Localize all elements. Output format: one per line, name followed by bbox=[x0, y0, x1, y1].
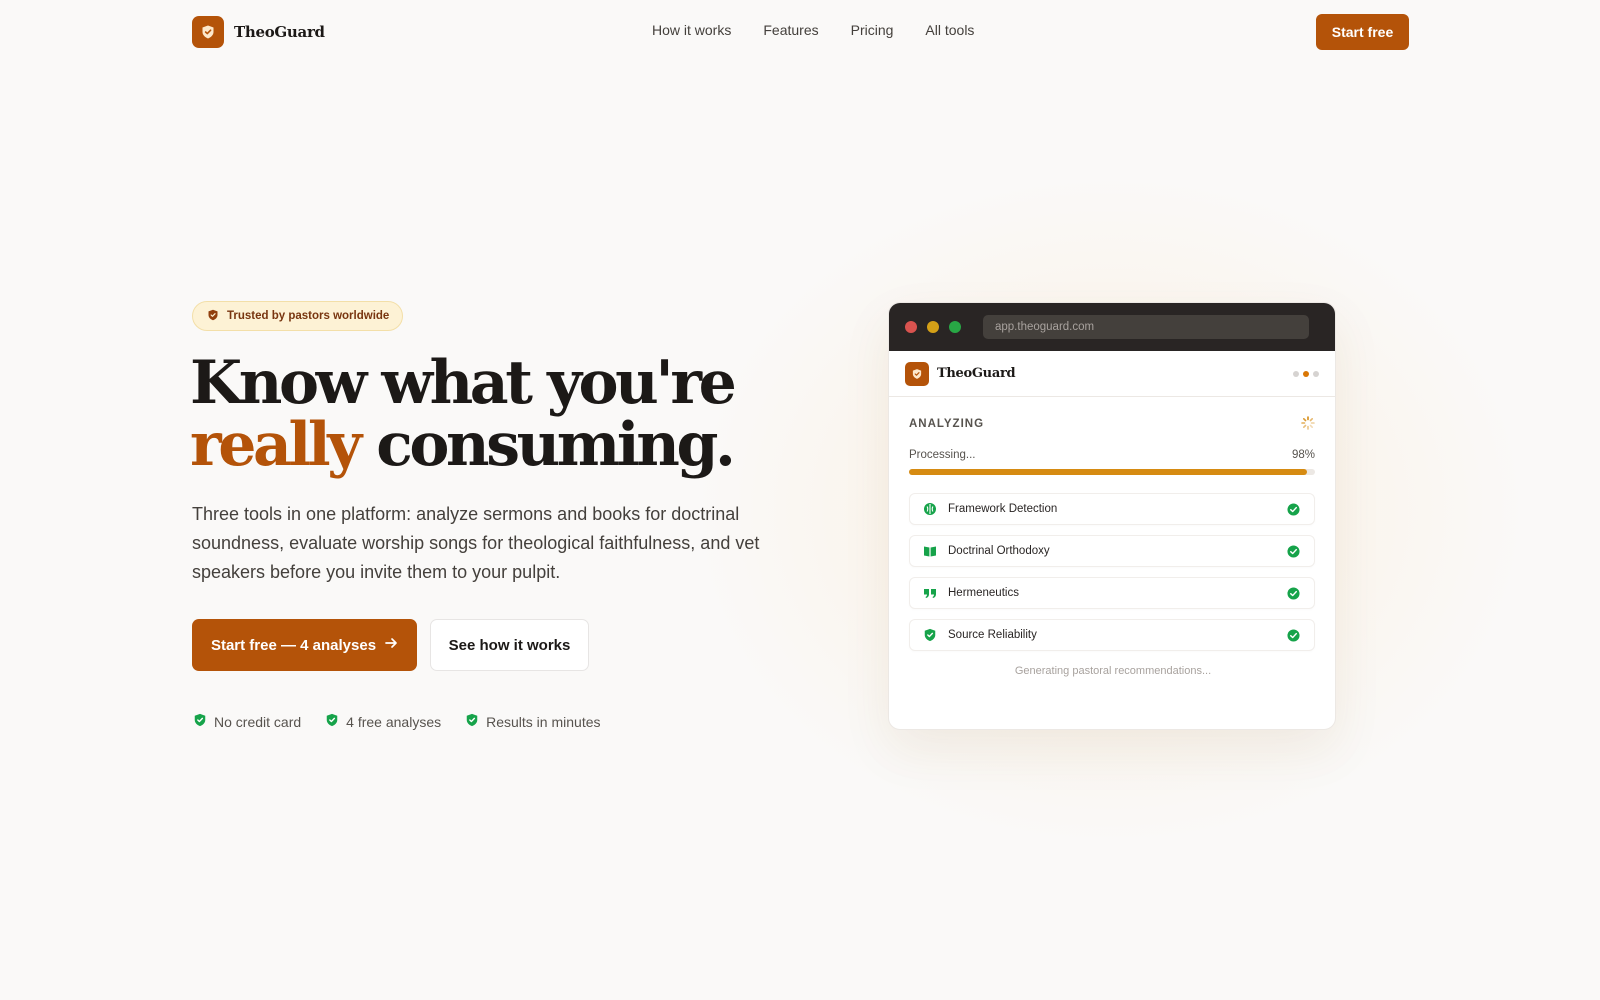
checklist-item: Source Reliability bbox=[909, 619, 1315, 651]
brain-icon bbox=[922, 501, 938, 517]
nav-link-all-tools[interactable]: All tools bbox=[925, 22, 974, 38]
checklist-item-label: Framework Detection bbox=[948, 503, 1058, 515]
analysis-status: ANALYZING bbox=[909, 418, 985, 430]
shield-logo-icon bbox=[905, 362, 929, 386]
trust-badge-label: Trusted by pastors worldwide bbox=[227, 310, 390, 322]
hero-headline: Know what you're really consuming. bbox=[190, 352, 810, 476]
start-free-analyses-button[interactable]: Start free — 4 analyses bbox=[192, 619, 417, 671]
top-nav: TheoGuard How it works Features Pricing … bbox=[0, 0, 1600, 64]
progress-bar bbox=[909, 469, 1315, 475]
shield-check-icon bbox=[193, 713, 207, 730]
nav-link-how-it-works[interactable]: How it works bbox=[652, 22, 731, 38]
spinner-icon bbox=[1301, 416, 1315, 435]
start-free-analyses-label: Start free — 4 analyses bbox=[210, 636, 377, 654]
check-circle-icon bbox=[1287, 629, 1300, 647]
check-circle-icon bbox=[1287, 503, 1300, 521]
nav-link-features[interactable]: Features bbox=[763, 22, 818, 38]
shield-icon bbox=[207, 309, 219, 324]
window-minimize-dot bbox=[927, 321, 939, 333]
nav-links: How it works Features Pricing All tools bbox=[652, 22, 1006, 38]
quote-icon bbox=[922, 585, 938, 601]
perks-list: No credit card 4 free analyses Results i… bbox=[193, 713, 625, 730]
perk-label: 4 free analyses bbox=[346, 713, 442, 730]
shield-check-icon bbox=[465, 713, 479, 730]
window-close-dot bbox=[905, 321, 917, 333]
brand-name: TheoGuard bbox=[234, 23, 325, 41]
nav-start-free-button[interactable]: Start free bbox=[1316, 14, 1409, 50]
headline-accent: really bbox=[190, 410, 362, 480]
shield-check-icon bbox=[922, 627, 938, 643]
window-titlebar: app.theoguard.com bbox=[889, 303, 1335, 351]
analysis-checklist: Framework Detection Doctrinal Orthodoxy … bbox=[909, 493, 1315, 661]
check-circle-icon bbox=[1287, 587, 1300, 605]
nav-link-pricing[interactable]: Pricing bbox=[851, 22, 894, 38]
loading-dots-icon bbox=[1293, 371, 1319, 377]
see-how-it-works-button[interactable]: See how it works bbox=[430, 619, 589, 671]
checklist-item-label: Source Reliability bbox=[948, 629, 1037, 641]
headline-rest: consuming. bbox=[376, 410, 736, 480]
headline-line-1: Know what you're bbox=[190, 348, 737, 418]
app-header: TheoGuard bbox=[889, 351, 1335, 397]
trust-badge: Trusted by pastors worldwide bbox=[192, 301, 404, 331]
book-icon bbox=[922, 543, 938, 559]
arrow-right-icon bbox=[384, 636, 398, 654]
checklist-item-label: Hermeneutics bbox=[948, 587, 1019, 599]
checklist-item: Framework Detection bbox=[909, 493, 1315, 525]
check-circle-icon bbox=[1287, 545, 1300, 563]
processing-label: Processing... bbox=[909, 449, 976, 461]
shield-check-icon bbox=[325, 713, 339, 730]
checklist-item-label: Doctrinal Orthodoxy bbox=[948, 545, 1050, 557]
generating-status: Generating pastoral recommendations... bbox=[1014, 665, 1212, 677]
perk-label: Results in minutes bbox=[486, 713, 601, 730]
checklist-item: Doctrinal Orthodoxy bbox=[909, 535, 1315, 567]
url-bar: app.theoguard.com bbox=[983, 315, 1309, 339]
perk-item: Results in minutes bbox=[465, 713, 601, 730]
app-preview-window: app.theoguard.com TheoGuard ANALYZING Pr… bbox=[888, 302, 1336, 730]
hero-subtext: Three tools in one platform: analyze ser… bbox=[192, 504, 760, 582]
progress-bar-fill bbox=[909, 469, 1307, 475]
progress-percent: 98% bbox=[1291, 449, 1315, 461]
app-name: TheoGuard bbox=[937, 366, 1016, 381]
perk-item: No credit card bbox=[193, 713, 301, 730]
brand-logo-link[interactable]: TheoGuard bbox=[192, 16, 325, 48]
perk-item: 4 free analyses bbox=[325, 713, 441, 730]
perk-label: No credit card bbox=[214, 713, 302, 730]
checklist-item: Hermeneutics bbox=[909, 577, 1315, 609]
window-maximize-dot bbox=[949, 321, 961, 333]
shield-logo-icon bbox=[192, 16, 224, 48]
